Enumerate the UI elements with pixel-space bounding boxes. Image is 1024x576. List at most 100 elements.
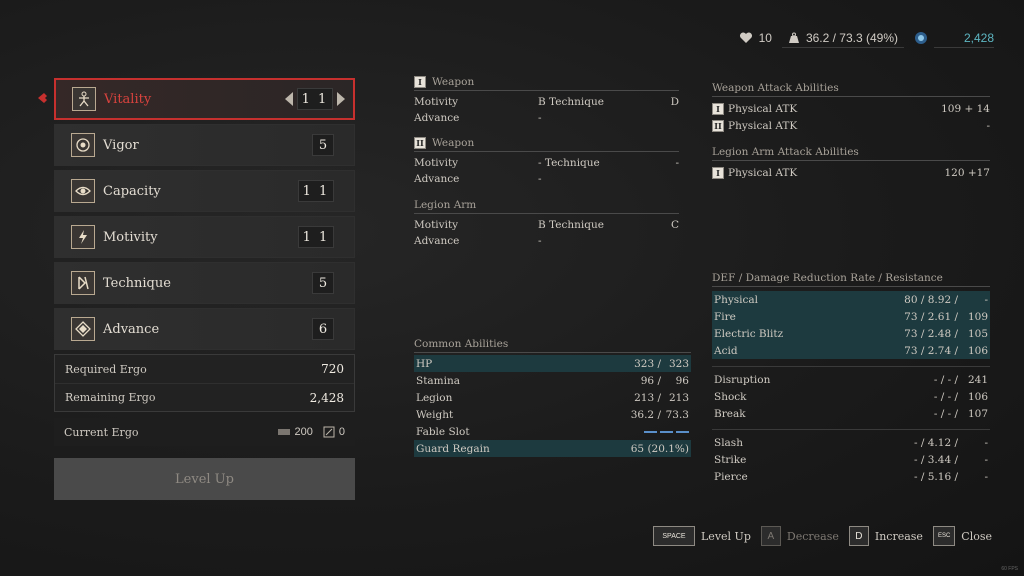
ability-max: 323 <box>668 357 689 370</box>
stat-row-vigor[interactable]: Vigor 5 <box>54 124 355 166</box>
attack-row: I Physical ATK 109 + 14 <box>712 100 990 117</box>
attack-value: 109 + 14 <box>941 102 990 115</box>
stat-row-vitality[interactable]: Vitality 1 1 <box>38 78 355 120</box>
weapon-slot-number: I <box>712 166 724 179</box>
ability-row-legion: Legion 213 / 213 <box>414 389 691 406</box>
required-ergo-label: Required Ergo <box>65 362 147 376</box>
stat-row-advance[interactable]: Advance 6 <box>54 308 355 350</box>
stat-value: 1 1 <box>298 226 334 248</box>
prompt-increase[interactable]: D Increase <box>848 526 923 546</box>
stat-row-capacity[interactable]: Capacity 1 1 <box>54 170 355 212</box>
a-key-icon: A <box>760 526 781 546</box>
legion-arm-header: Legion Arm <box>414 199 679 214</box>
defense-name: Strike <box>714 453 747 466</box>
defense-resistance: 105 <box>967 327 988 340</box>
prompt-decrease[interactable]: A Decrease <box>760 526 839 546</box>
ability-max: 73.3 <box>665 408 689 421</box>
fps-counter: 60 FPS <box>1001 566 1018 572</box>
stat-value: 1 1 <box>297 88 333 110</box>
stat-label: Motivity <box>103 229 158 245</box>
weapon-row-grade: - <box>675 157 679 169</box>
ability-name: Fable Slot <box>416 425 470 438</box>
weapon-row: Advance - <box>414 171 679 187</box>
defense-row: Strike - / 3.44 / - <box>712 451 990 468</box>
motivity-icon <box>71 225 95 249</box>
ergo-total: 2,428 <box>934 29 994 48</box>
current-ergo-b-value: 0 <box>338 426 345 438</box>
defense-resistance: - <box>984 470 988 483</box>
attack-name: Physical ATK <box>728 119 798 132</box>
ability-row-stamina: Stamina 96 / 96 <box>414 372 691 389</box>
defense-values: 73 / 2.61 / <box>904 310 958 323</box>
weapon-row-stat: Motivity <box>414 157 459 169</box>
weapon-row-scaling: B Technique <box>538 219 604 231</box>
decrease-arrow-icon[interactable] <box>285 92 293 106</box>
ability-name: Stamina <box>416 374 461 387</box>
stat-row-motivity[interactable]: Motivity 1 1 <box>54 216 355 258</box>
weapon-row-grade: C <box>670 219 679 231</box>
weapon-row: Motivity - Technique - <box>414 155 679 171</box>
ability-current: 36.2 / <box>630 408 661 421</box>
defense-values: 80 / 8.92 / <box>904 293 958 306</box>
level-up-button[interactable]: Level Up <box>54 458 355 500</box>
increase-arrow-icon[interactable] <box>337 92 345 106</box>
ergo-stack-icon <box>277 429 290 435</box>
ability-current: 213 / <box>634 391 661 404</box>
legion-attack-title: Legion Arm Attack Abilities <box>712 146 990 161</box>
prompt-label: Decrease <box>786 529 839 543</box>
required-ergo-value: 720 <box>321 362 344 376</box>
weapon-row-stat: Motivity <box>414 219 459 231</box>
capacity-icon <box>71 179 95 203</box>
advance-icon <box>71 317 95 341</box>
stat-label: Advance <box>103 321 160 337</box>
defense-row: Pierce - / 5.16 / - <box>712 468 990 485</box>
ability-name: HP <box>416 357 433 370</box>
weight-group: 36.2 / 73.3 (49%) <box>781 29 904 48</box>
defense-row: Disruption - / - / 241 <box>712 371 990 388</box>
current-ergo-label: Current Ergo <box>64 425 139 439</box>
weapon-row-grade: D <box>670 96 679 108</box>
defense-divider <box>712 359 990 367</box>
defense-resistance: 109 <box>967 310 988 323</box>
legion-attack-abilities: Legion Arm Attack Abilities I Physical A… <box>712 146 990 181</box>
ergo-group: 2,428 <box>914 29 994 48</box>
defense-values: - / - / <box>933 390 958 403</box>
weapon-row: Advance - <box>414 233 679 249</box>
lives-count: 10 <box>758 31 772 45</box>
defense-name: Slash <box>714 436 743 449</box>
defense-resistance: 241 <box>967 373 988 386</box>
defense-table: DEF / Damage Reduction Rate / Resistance… <box>712 272 990 485</box>
stat-value-stepper[interactable]: 1 1 <box>285 88 345 110</box>
required-ergo-row: Required Ergo 720 <box>55 355 354 383</box>
defense-name: Shock <box>714 390 747 403</box>
vigor-icon <box>71 133 95 157</box>
lives-group: 10 <box>739 31 772 45</box>
defense-row: Physical 80 / 8.92 / - <box>712 291 990 308</box>
defense-name: Acid <box>714 344 738 357</box>
weapon-row-scaling: - <box>538 112 542 124</box>
prompt-close[interactable]: ESC Close <box>932 526 992 546</box>
defense-title: DEF / Damage Reduction Rate / Resistance <box>712 272 990 287</box>
defense-row: Electric Blitz 73 / 2.48 / 105 <box>712 325 990 342</box>
prompt-label: Close <box>961 529 992 543</box>
remaining-ergo-value: 2,428 <box>309 390 344 405</box>
defense-name: Physical <box>714 293 759 306</box>
stat-row-technique[interactable]: Technique 5 <box>54 262 355 304</box>
attack-row: II Physical ATK - <box>712 117 990 134</box>
prompt-level-up[interactable]: SPACE Level Up <box>653 526 751 546</box>
stat-value: 6 <box>312 318 334 340</box>
top-status-bar: 10 36.2 / 73.3 (49%) 2,428 <box>739 28 994 48</box>
attack-value: 120 +17 <box>944 166 990 179</box>
defense-name: Fire <box>714 310 736 323</box>
remaining-ergo-label: Remaining Ergo <box>65 391 156 404</box>
defense-resistance: - <box>984 293 988 306</box>
attack-value: - <box>986 119 990 132</box>
attack-row: I Physical ATK 120 +17 <box>712 164 990 181</box>
ability-name: Guard Regain <box>416 442 490 455</box>
defense-resistance: - <box>984 436 988 449</box>
weapon-row-scaling: - <box>538 235 542 247</box>
defense-values: 73 / 2.48 / <box>904 327 958 340</box>
defense-divider <box>712 422 990 430</box>
ability-row-hp: HP 323 / 323 <box>414 355 691 372</box>
space-key-icon: SPACE <box>653 526 695 546</box>
